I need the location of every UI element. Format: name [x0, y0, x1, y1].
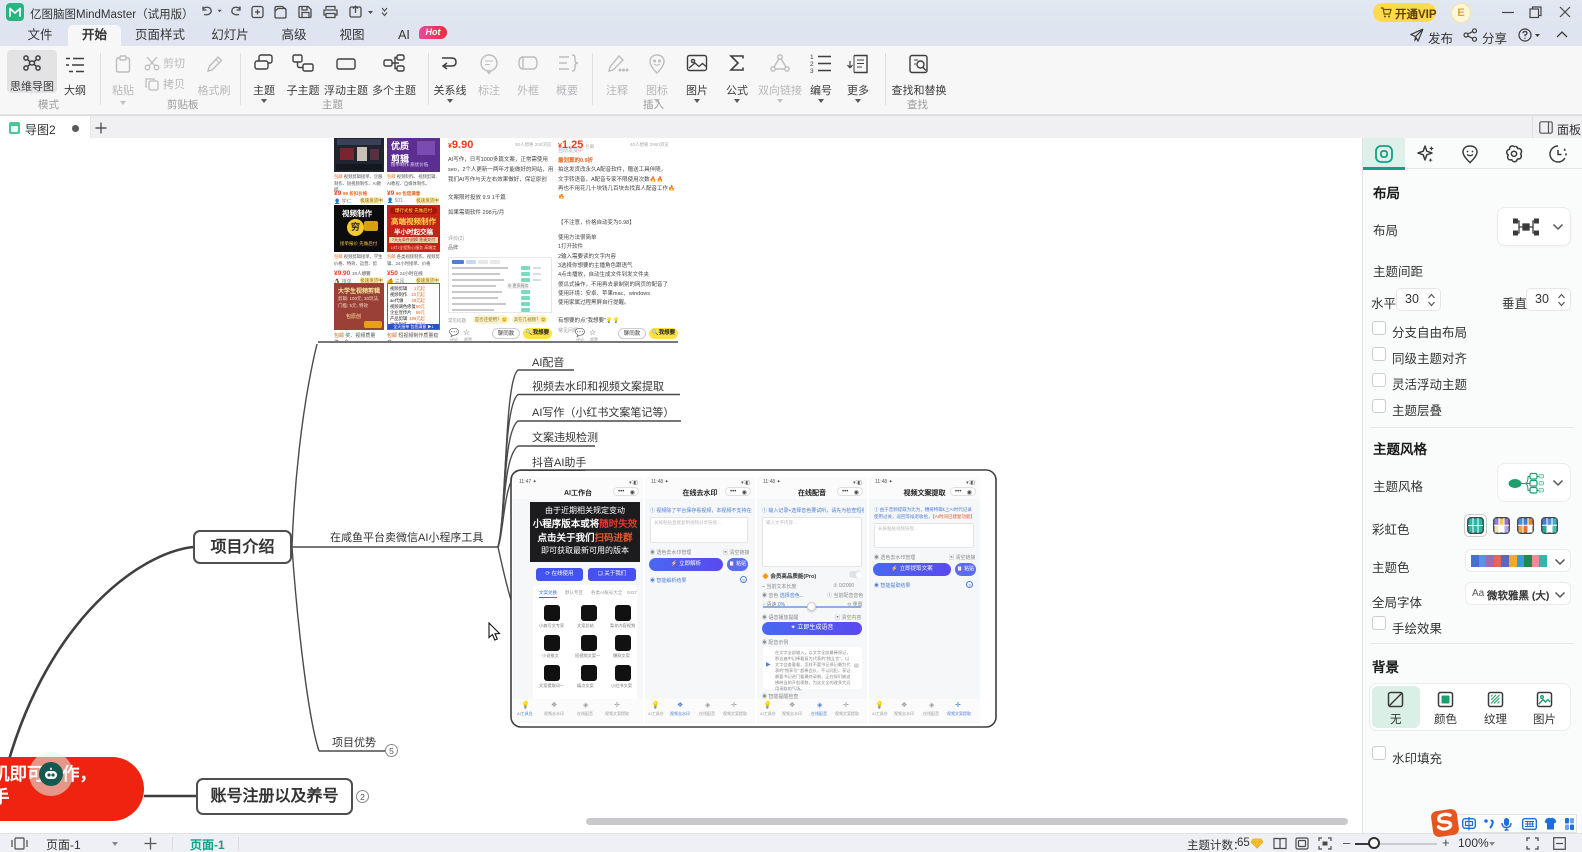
- svg-text:1: 1: [810, 54, 814, 61]
- svg-text:2: 2: [810, 61, 814, 68]
- svg-text:3: 3: [810, 68, 814, 75]
